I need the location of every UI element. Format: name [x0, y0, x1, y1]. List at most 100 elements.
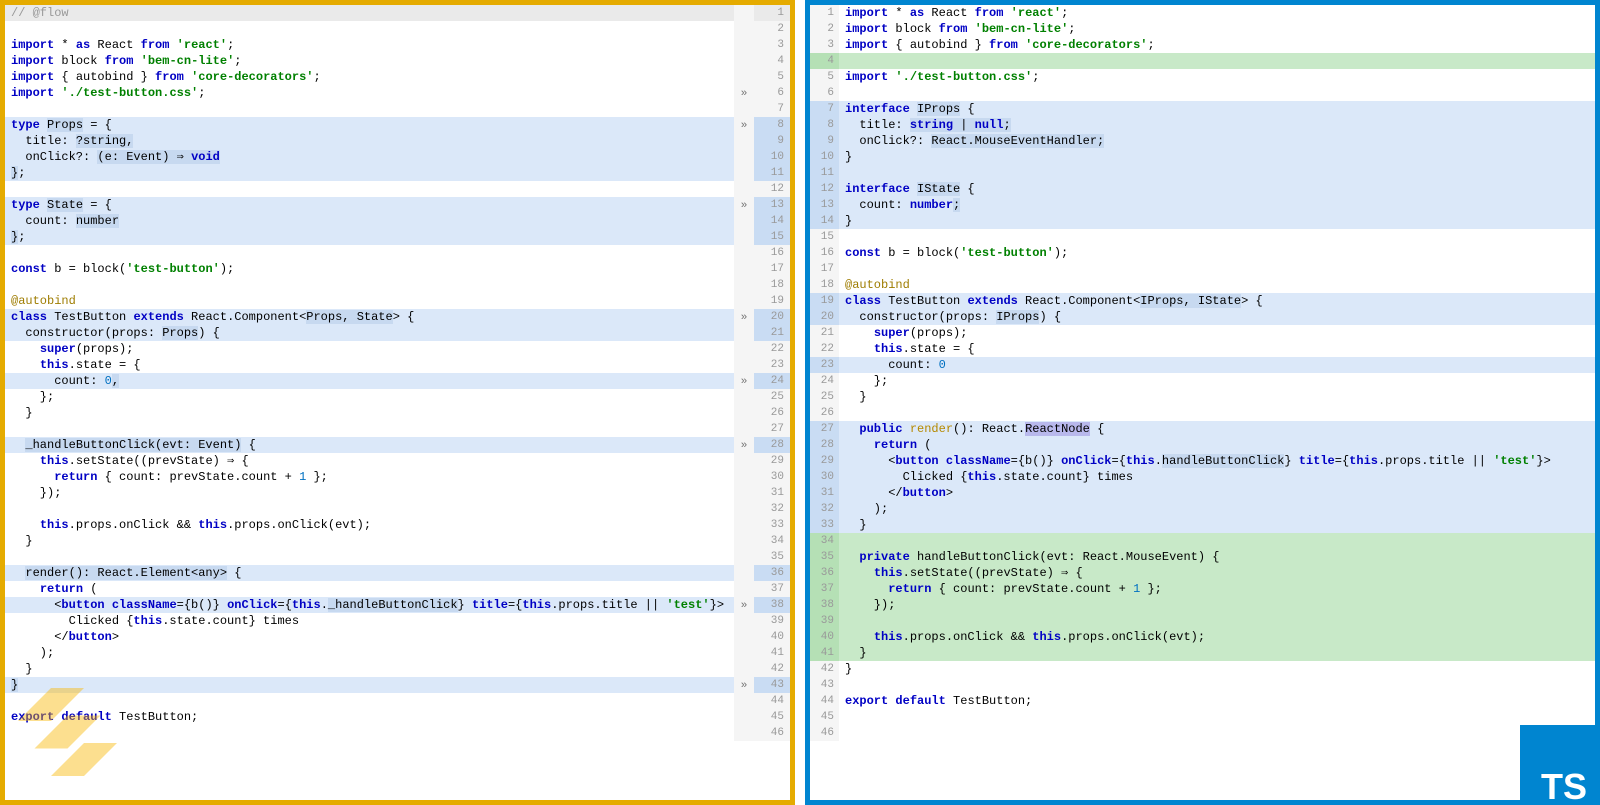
- line-number[interactable]: 26: [810, 405, 839, 421]
- fold-indicator[interactable]: [734, 661, 754, 677]
- fold-indicator[interactable]: [734, 469, 754, 485]
- line-number[interactable]: 27: [810, 421, 839, 437]
- fold-indicator[interactable]: »: [734, 197, 754, 213]
- code-line[interactable]: 15: [810, 229, 1595, 245]
- fold-indicator[interactable]: [734, 581, 754, 597]
- fold-indicator[interactable]: [734, 629, 754, 645]
- line-number[interactable]: 22: [810, 341, 839, 357]
- code-line[interactable]: 37 return { count: prevState.count + 1 }…: [810, 581, 1595, 597]
- code-line[interactable]: 33 }: [810, 517, 1595, 533]
- code-line[interactable]: 38 });: [810, 597, 1595, 613]
- code-line[interactable]: 34: [810, 533, 1595, 549]
- code-line[interactable]: 29 <button className={b()} onClick={this…: [810, 453, 1595, 469]
- line-number[interactable]: 42: [810, 661, 839, 677]
- fold-indicator[interactable]: »: [734, 677, 754, 693]
- line-number[interactable]: 20: [810, 309, 839, 325]
- line-number[interactable]: 10: [810, 149, 839, 165]
- line-number[interactable]: 14: [754, 213, 790, 229]
- line-number[interactable]: 8: [754, 117, 790, 133]
- code-line[interactable]: 20 constructor(props: IProps) {: [810, 309, 1595, 325]
- code-line[interactable]: 39: [810, 613, 1595, 629]
- code-line[interactable]: import block from 'bem-cn-lite';4: [5, 53, 790, 69]
- code-line[interactable]: return { count: prevState.count + 1 };30: [5, 469, 790, 485]
- code-line[interactable]: 21 super(props);: [810, 325, 1595, 341]
- code-line[interactable]: import * as React from 'react';3: [5, 37, 790, 53]
- line-number[interactable]: 3: [754, 37, 790, 53]
- code-line[interactable]: 2import block from 'bem-cn-lite';: [810, 21, 1595, 37]
- code-line[interactable]: import './test-button.css';»6: [5, 85, 790, 101]
- line-number[interactable]: 7: [754, 101, 790, 117]
- line-number[interactable]: 13: [810, 197, 839, 213]
- code-line[interactable]: 31 </button>: [810, 485, 1595, 501]
- fold-indicator[interactable]: »: [734, 117, 754, 133]
- line-number[interactable]: 30: [810, 469, 839, 485]
- code-line[interactable]: <button className={b()} onClick={this._h…: [5, 597, 790, 613]
- code-line[interactable]: 46: [5, 725, 790, 741]
- line-number[interactable]: 18: [754, 277, 790, 293]
- code-line[interactable]: 6: [810, 85, 1595, 101]
- line-number[interactable]: 28: [810, 437, 839, 453]
- line-number[interactable]: 23: [810, 357, 839, 373]
- code-line[interactable]: 43: [810, 677, 1595, 693]
- line-number[interactable]: 12: [754, 181, 790, 197]
- line-number[interactable]: 19: [810, 293, 839, 309]
- line-number[interactable]: 38: [810, 597, 839, 613]
- code-line[interactable]: 10}: [810, 149, 1595, 165]
- line-number[interactable]: 29: [810, 453, 839, 469]
- code-line[interactable]: 30 Clicked {this.state.count} times: [810, 469, 1595, 485]
- code-line[interactable]: this.setState((prevState) ⇒ {29: [5, 453, 790, 469]
- code-line[interactable]: type Props = {»8: [5, 117, 790, 133]
- line-number[interactable]: 23: [754, 357, 790, 373]
- line-number[interactable]: 6: [810, 85, 839, 101]
- code-line[interactable]: 22 this.state = {: [810, 341, 1595, 357]
- fold-indicator[interactable]: »: [734, 597, 754, 613]
- fold-indicator[interactable]: [734, 501, 754, 517]
- line-number[interactable]: 3: [810, 37, 839, 53]
- code-line[interactable]: export default TestButton;45: [5, 709, 790, 725]
- line-number[interactable]: 27: [754, 421, 790, 437]
- code-line[interactable]: this.props.onClick && this.props.onClick…: [5, 517, 790, 533]
- code-line[interactable]: 3import { autobind } from 'core-decorato…: [810, 37, 1595, 53]
- line-number[interactable]: 5: [754, 69, 790, 85]
- fold-indicator[interactable]: [734, 533, 754, 549]
- code-line[interactable]: 35 private handleButtonClick(evt: React.…: [810, 549, 1595, 565]
- code-line[interactable]: 7interface IProps {: [810, 101, 1595, 117]
- fold-indicator[interactable]: [734, 213, 754, 229]
- code-line[interactable]: 9 onClick?: React.MouseEventHandler;: [810, 133, 1595, 149]
- line-number[interactable]: 4: [754, 53, 790, 69]
- fold-indicator[interactable]: »: [734, 437, 754, 453]
- line-number[interactable]: 36: [810, 565, 839, 581]
- line-number[interactable]: 46: [754, 725, 790, 741]
- line-number[interactable]: 34: [810, 533, 839, 549]
- code-line[interactable]: @autobind19: [5, 293, 790, 309]
- code-line[interactable]: }42: [5, 661, 790, 677]
- fold-indicator[interactable]: [734, 709, 754, 725]
- code-line[interactable]: 1import * as React from 'react';: [810, 5, 1595, 21]
- code-line[interactable]: Clicked {this.state.count} times39: [5, 613, 790, 629]
- line-number[interactable]: 9: [810, 133, 839, 149]
- code-line[interactable]: 27 public render(): React.ReactNode {: [810, 421, 1595, 437]
- line-number[interactable]: 29: [754, 453, 790, 469]
- fold-indicator[interactable]: [734, 101, 754, 117]
- code-line[interactable]: }26: [5, 405, 790, 421]
- code-line[interactable]: count: 0,»24: [5, 373, 790, 389]
- line-number[interactable]: 45: [754, 709, 790, 725]
- fold-indicator[interactable]: »: [734, 85, 754, 101]
- line-number[interactable]: 20: [754, 309, 790, 325]
- code-line[interactable]: };11: [5, 165, 790, 181]
- code-line[interactable]: 32 );: [810, 501, 1595, 517]
- code-line[interactable]: 18: [5, 277, 790, 293]
- code-line[interactable]: 23 count: 0: [810, 357, 1595, 373]
- line-number[interactable]: 25: [754, 389, 790, 405]
- line-number[interactable]: 37: [810, 581, 839, 597]
- fold-indicator[interactable]: [734, 725, 754, 741]
- code-line[interactable]: 11: [810, 165, 1595, 181]
- line-number[interactable]: 30: [754, 469, 790, 485]
- fold-indicator[interactable]: [734, 37, 754, 53]
- code-line[interactable]: 36 this.setState((prevState) ⇒ {: [810, 565, 1595, 581]
- code-line[interactable]: const b = block('test-button');17: [5, 261, 790, 277]
- line-number[interactable]: 17: [754, 261, 790, 277]
- fold-indicator[interactable]: [734, 421, 754, 437]
- line-number[interactable]: 21: [810, 325, 839, 341]
- line-number[interactable]: 25: [810, 389, 839, 405]
